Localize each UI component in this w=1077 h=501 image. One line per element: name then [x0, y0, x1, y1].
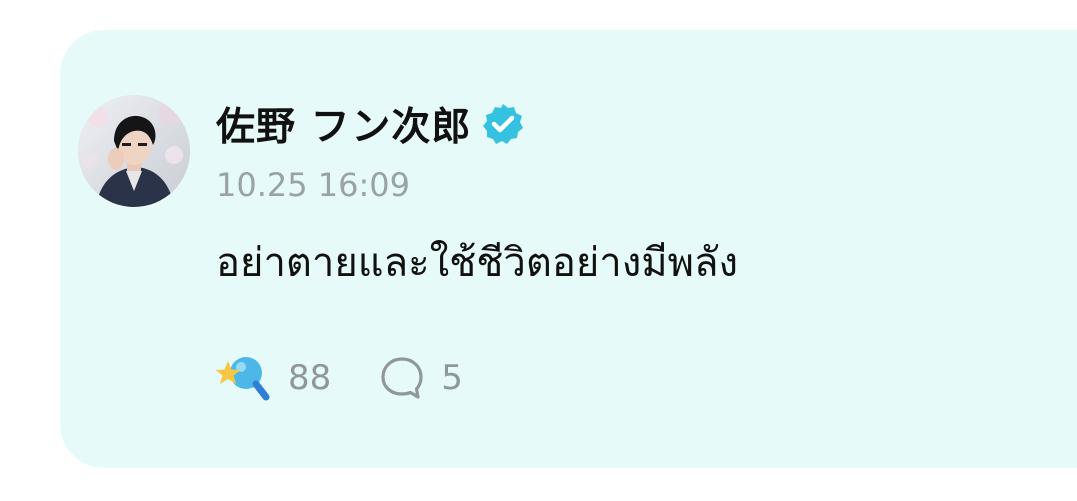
author-row: 佐野 フン次郎: [216, 96, 525, 152]
verified-badge-icon: [481, 102, 525, 146]
avatar[interactable]: [78, 95, 190, 207]
author-name[interactable]: 佐野 フン次郎: [216, 96, 471, 152]
star-magnifier-reaction-icon: [214, 353, 272, 403]
comment-button[interactable]: 5: [379, 355, 463, 401]
post-timestamp: 10.25 16:09: [216, 166, 410, 204]
post-actions: 88 5: [214, 350, 463, 406]
reaction-button[interactable]: 88: [214, 353, 331, 403]
speech-bubble-icon: [379, 355, 425, 401]
reaction-count: 88: [288, 358, 332, 398]
comment-count: 5: [441, 358, 463, 398]
post-text: อย่าตายและใช้ชีวิตอย่างมีพลัง: [216, 240, 739, 286]
